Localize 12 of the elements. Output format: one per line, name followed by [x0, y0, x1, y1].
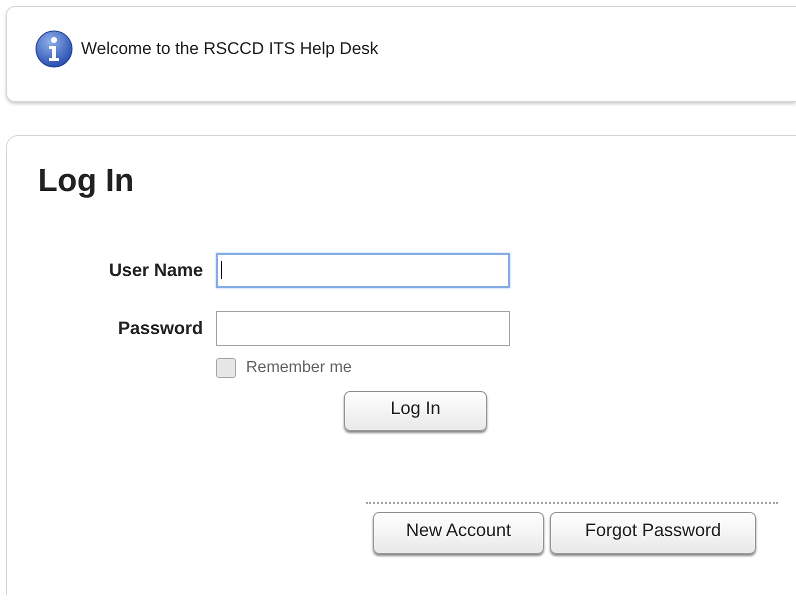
- forgot-password-button[interactable]: Forgot Password: [550, 512, 756, 554]
- login-heading: Log In: [38, 162, 134, 199]
- info-icon: [35, 30, 73, 68]
- username-field[interactable]: [216, 253, 510, 288]
- field-label: User Name: [108, 260, 203, 281]
- welcome-message: Welcome to the RSCCD ITS Help Desk: [81, 39, 378, 59]
- login-button[interactable]: Log In: [344, 391, 487, 431]
- new-account-button[interactable]: New Account: [373, 512, 544, 554]
- field-label: Password: [118, 318, 203, 339]
- remember-label: Remember me: [246, 359, 352, 377]
- password-field[interactable]: [216, 311, 510, 346]
- remember-checkbox[interactable]: [216, 358, 236, 378]
